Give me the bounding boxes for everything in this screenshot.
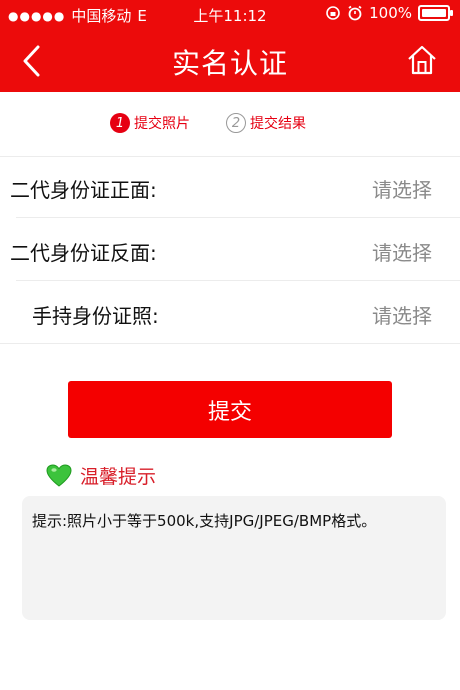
id-handheld-label: 手持身份证照: (32, 304, 159, 328)
home-icon (408, 45, 436, 75)
step-indicator: 1 提交照片 2 提交结果 (0, 92, 460, 157)
app-header: ●●●●● 中国移动 E 上午11:12 100% 实名认证 (0, 0, 460, 92)
step-number: 1 (110, 113, 130, 133)
tip-content: 提示:照片小于等于500k,支持JPG/JPEG/BMP格式。 (32, 512, 377, 530)
green-heart-icon (46, 463, 72, 487)
id-front-row[interactable]: 二代身份证正面: 请选择 (0, 156, 460, 218)
id-front-label: 二代身份证正面: (10, 178, 157, 202)
id-front-select[interactable]: 请选择 (372, 174, 432, 203)
id-handheld-select[interactable]: 请选择 (372, 300, 432, 329)
submit-button[interactable]: 提交 (68, 381, 392, 438)
navigation-bar: 实名认证 (0, 30, 460, 92)
tip-box: 提示:照片小于等于500k,支持JPG/JPEG/BMP格式。 (22, 496, 446, 620)
tip-heading: 温馨提示 (46, 462, 156, 489)
step-label: 提交照片 (134, 116, 190, 132)
row-divider (0, 343, 460, 344)
battery-percent: 100% (369, 4, 412, 22)
row-divider (16, 217, 460, 218)
tip-title: 温馨提示 (80, 466, 157, 488)
step-submit-result: 2 提交结果 (226, 113, 306, 133)
rotation-lock-icon (326, 6, 340, 20)
row-divider (16, 280, 460, 281)
step-upload-photo: 1 提交照片 (110, 113, 190, 133)
battery-icon (418, 5, 453, 21)
step-label: 提交结果 (250, 116, 306, 132)
clock: 上午11:12 (193, 7, 267, 25)
page-title: 实名认证 (171, 47, 288, 80)
step-number: 2 (226, 113, 246, 133)
id-handheld-row[interactable]: 手持身份证照: 请选择 (0, 282, 460, 344)
status-bar: ●●●●● 中国移动 E 上午11:12 100% (0, 0, 460, 30)
alarm-icon (348, 5, 362, 21)
home-button[interactable] (406, 44, 438, 76)
id-back-select[interactable]: 请选择 (372, 237, 432, 266)
id-back-label: 二代身份证反面: (10, 241, 157, 265)
id-back-row[interactable]: 二代身份证反面: 请选择 (0, 219, 460, 281)
